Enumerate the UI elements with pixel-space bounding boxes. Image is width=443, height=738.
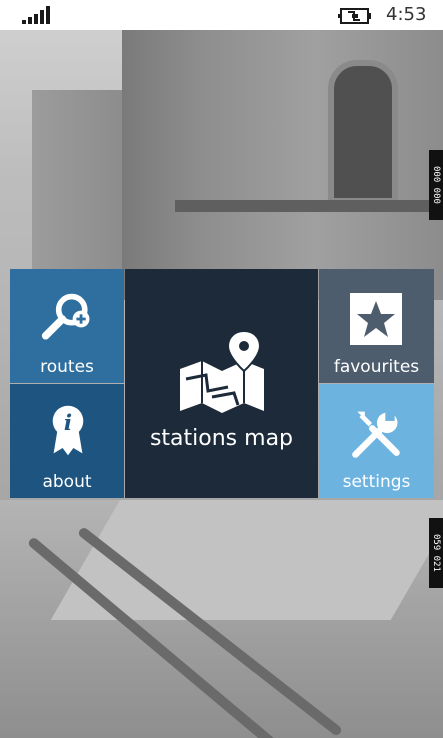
favourites-label: favourites xyxy=(333,357,420,377)
stations-map-label: stations map xyxy=(149,426,294,451)
side-marker-bottom: 059 021 xyxy=(429,518,443,588)
routes-tile[interactable]: routes xyxy=(10,269,124,383)
building-ledge xyxy=(175,200,443,212)
routes-label: routes xyxy=(40,357,94,377)
star-icon xyxy=(350,293,402,345)
settings-label: settings xyxy=(342,472,411,492)
tools-icon xyxy=(352,411,400,458)
side-marker-top: 000 000 xyxy=(429,150,443,220)
info-badge-icon: i xyxy=(52,405,84,456)
clock: 4:53 xyxy=(386,4,427,25)
about-label: about xyxy=(42,472,92,492)
signal-bars-icon xyxy=(22,6,50,24)
settings-tile[interactable]: settings xyxy=(319,384,434,498)
battery-charging-icon xyxy=(338,8,371,24)
search-plus-icon xyxy=(41,293,90,340)
svg-text:i: i xyxy=(64,411,72,436)
arched-window xyxy=(328,60,398,204)
map-pin-icon xyxy=(180,331,264,413)
about-tile[interactable]: i about xyxy=(10,384,124,498)
status-bar: 4:53 xyxy=(0,0,443,30)
stations-map-tile[interactable]: stations map xyxy=(125,269,318,498)
favourites-tile[interactable]: favourites xyxy=(319,269,434,383)
